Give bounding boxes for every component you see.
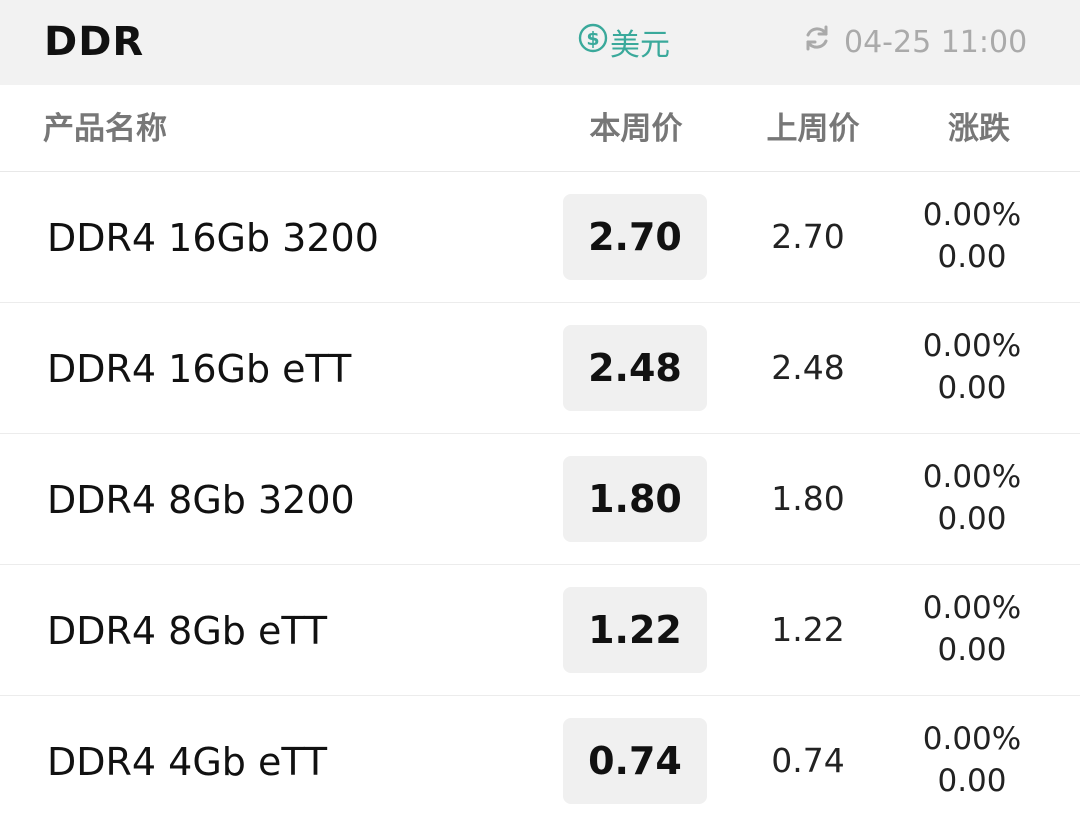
previous-price: 1.22 xyxy=(771,610,845,649)
change-percent: 0.00% xyxy=(922,721,1022,757)
table-row[interactable]: DDR4 4Gb eTT 0.74 0.74 0.00% 0.00 xyxy=(0,696,1080,826)
page-title: DDR xyxy=(44,19,145,65)
table-row[interactable]: DDR4 16Gb eTT 2.48 2.48 0.00% 0.00 xyxy=(0,303,1080,434)
column-header-current-price[interactable]: 本周价 xyxy=(590,109,683,149)
change-amount: 0.00 xyxy=(937,632,1007,668)
product-name: DDR4 16Gb 3200 xyxy=(47,216,379,260)
change-amount: 0.00 xyxy=(937,370,1007,406)
product-name: DDR4 16Gb eTT xyxy=(47,347,352,391)
top-bar: DDR $ 美元 04-25 11:00 xyxy=(0,0,1080,85)
product-name: DDR4 8Gb 3200 xyxy=(47,478,355,522)
current-price: 1.22 xyxy=(563,587,707,673)
previous-price: 2.48 xyxy=(771,348,845,387)
change-percent: 0.00% xyxy=(922,328,1022,364)
change-amount: 0.00 xyxy=(937,763,1007,799)
table-row[interactable]: DDR4 8Gb 3200 1.80 1.80 0.00% 0.00 xyxy=(0,434,1080,565)
currency-selector[interactable]: $ 美元 xyxy=(578,22,670,63)
current-price: 2.48 xyxy=(563,325,707,411)
change-amount: 0.00 xyxy=(937,239,1007,275)
current-price: 1.80 xyxy=(563,456,707,542)
dollar-circle-icon: $ xyxy=(578,23,610,61)
current-price: 2.70 xyxy=(563,194,707,280)
change-percent: 0.00% xyxy=(922,590,1022,626)
previous-price: 2.70 xyxy=(771,217,845,256)
price-change: 0.00% 0.00 xyxy=(923,456,1021,540)
column-header-previous-price[interactable]: 上周价 xyxy=(767,109,860,149)
svg-text:$: $ xyxy=(586,28,599,50)
price-change: 0.00% 0.00 xyxy=(923,325,1021,409)
price-change: 0.00% 0.00 xyxy=(923,587,1021,671)
price-change: 0.00% 0.00 xyxy=(923,718,1021,802)
price-change: 0.00% 0.00 xyxy=(923,194,1021,278)
current-price: 0.74 xyxy=(563,718,707,804)
currency-label: 美元 xyxy=(610,28,670,63)
refresh-icon[interactable] xyxy=(802,23,844,61)
change-percent: 0.00% xyxy=(922,197,1022,233)
column-header-change[interactable]: 涨跌 xyxy=(948,109,1010,149)
product-name: DDR4 8Gb eTT xyxy=(47,609,328,653)
table-header: 产品名称 本周价 上周价 涨跌 xyxy=(0,85,1080,172)
previous-price: 0.74 xyxy=(771,741,845,780)
price-table: DDR4 16Gb 3200 2.70 2.70 0.00% 0.00 DDR4… xyxy=(0,172,1080,826)
timestamp-text: 04-25 11:00 xyxy=(844,24,1028,60)
change-percent: 0.00% xyxy=(922,459,1022,495)
change-amount: 0.00 xyxy=(937,501,1007,537)
update-time[interactable]: 04-25 11:00 xyxy=(802,22,1027,62)
previous-price: 1.80 xyxy=(771,479,845,518)
table-row[interactable]: DDR4 16Gb 3200 2.70 2.70 0.00% 0.00 xyxy=(0,172,1080,303)
table-row[interactable]: DDR4 8Gb eTT 1.22 1.22 0.00% 0.00 xyxy=(0,565,1080,696)
column-header-name[interactable]: 产品名称 xyxy=(43,109,167,149)
product-name: DDR4 4Gb eTT xyxy=(47,740,328,784)
